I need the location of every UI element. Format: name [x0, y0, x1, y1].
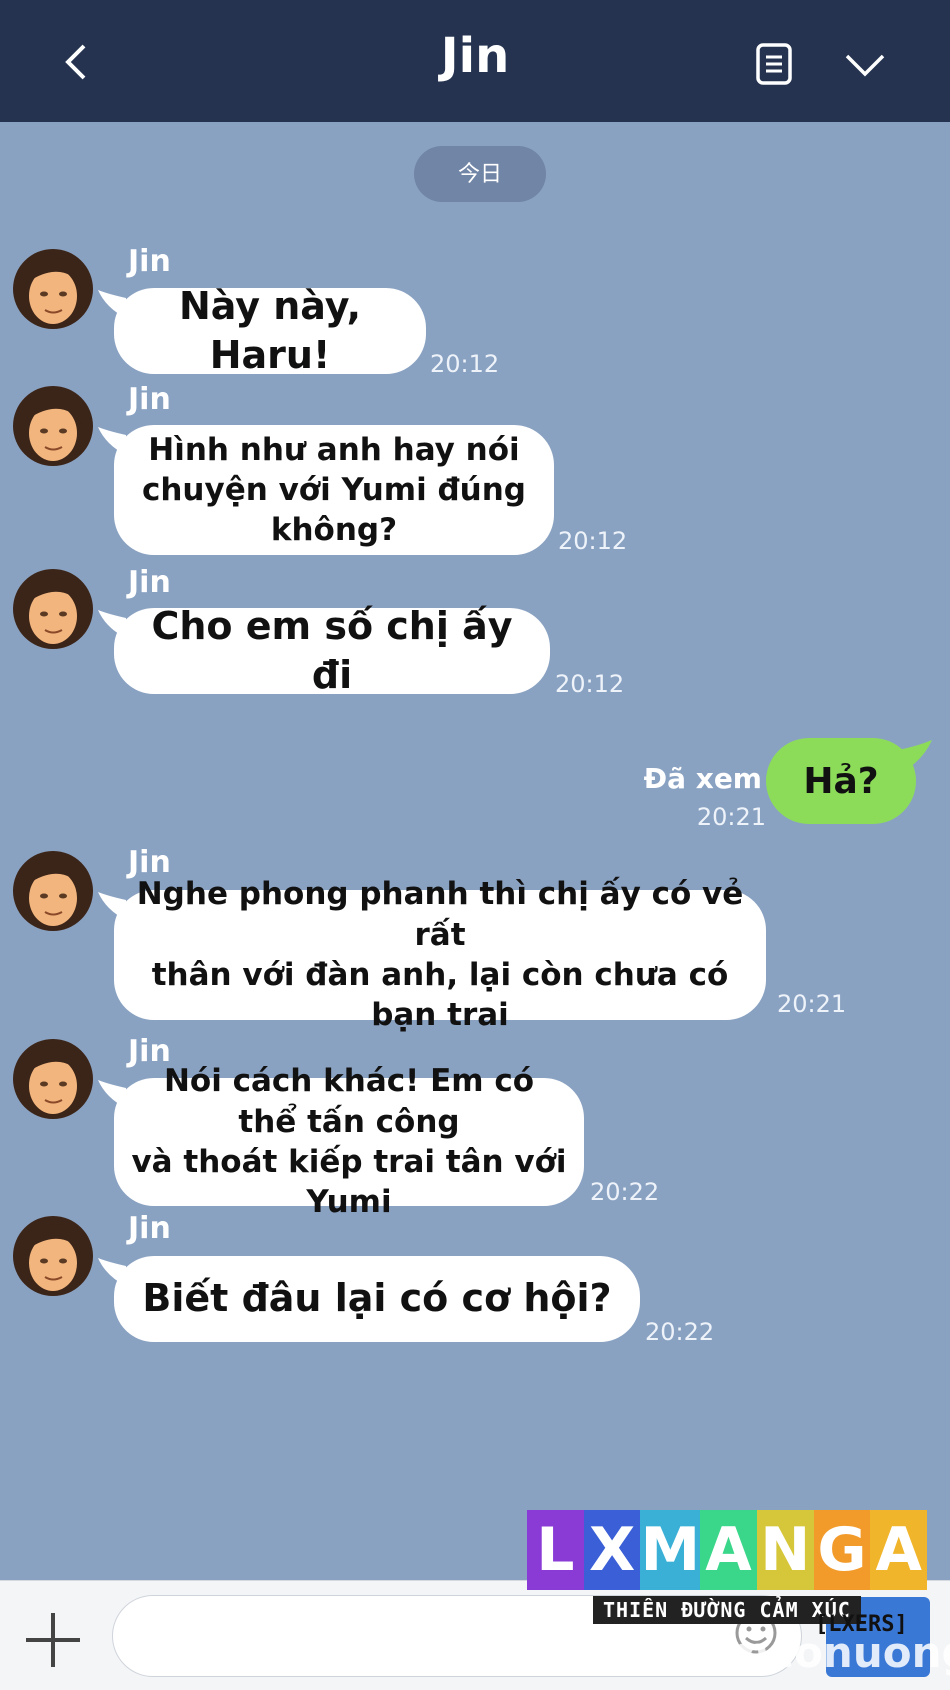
received-message-bubble: Hình như anh hay nói chuyện với Yumi đúng… — [114, 425, 554, 555]
message-time: 20:22 — [590, 1178, 660, 1206]
brand-letter: M — [640, 1510, 701, 1590]
received-message-bubble: Cho em số chị ấy đi — [114, 604, 550, 697]
sent-message-bubble: Hả? — [766, 738, 916, 824]
brand-letter: X — [583, 1510, 641, 1590]
avatar[interactable] — [12, 1038, 94, 1120]
message-text: Này này, Haru! — [178, 283, 362, 377]
brand-wordmark: LXMANGA — [527, 1510, 928, 1590]
top-bar: Jin — [0, 0, 950, 122]
chat-title: Jin — [440, 28, 510, 84]
received-message-bubble: Nói cách khác! Em có thể tấn công và thoá… — [114, 1063, 584, 1220]
message-text: và thoát kiếp trai tân với Yumi — [131, 1144, 567, 1221]
notes-icon[interactable] — [755, 42, 793, 86]
date-divider: 今日 — [414, 146, 546, 202]
avatar[interactable] — [12, 385, 94, 467]
bubble-tail — [898, 740, 932, 770]
message-time: 20:12 — [555, 670, 625, 698]
message-text: Biết đâu lại có cơ hội? — [142, 1276, 612, 1321]
message-time: 20:22 — [645, 1318, 715, 1346]
message-text: Nói cách khác! Em có thể tấn công — [163, 1063, 535, 1140]
message-time: 20:12 — [430, 350, 500, 378]
watermark-logo: LXMANGA THIÊN ĐƯỜNG CẢM XÚC [LXERS] damc… — [527, 1510, 950, 1688]
message-time: 20:21 — [696, 803, 766, 831]
message-time: 20:21 — [777, 990, 847, 1018]
received-message-bubble: Nghe phong phanh thì chị ấy có vẻ rất thâ… — [114, 876, 766, 1033]
read-receipt: Đã xem — [643, 762, 762, 795]
sender-name: Jin — [128, 1211, 171, 1246]
message-text: thân với đàn anh, lại còn chưa có bạn tr… — [151, 957, 729, 1034]
brand-letter: N — [756, 1510, 814, 1590]
site-watermark: damconuong — [667, 1628, 950, 1677]
received-message-bubble: Này này, Haru! — [114, 284, 426, 377]
plus-icon[interactable] — [24, 1611, 82, 1669]
avatar[interactable] — [12, 1215, 94, 1297]
message-text: Hình như anh hay nói — [148, 431, 520, 468]
avatar[interactable] — [12, 568, 94, 650]
received-message-bubble: Biết đâu lại có cơ hội? — [114, 1256, 640, 1342]
brand-letter: G — [813, 1510, 871, 1590]
chevron-down-icon[interactable] — [843, 48, 887, 82]
brand-letter: L — [527, 1510, 584, 1590]
message-text: Cho em số chị ấy đi — [151, 603, 513, 697]
message-time: 20:12 — [558, 527, 628, 555]
message-text: chuyện với Yumi đúng không? — [141, 471, 527, 549]
message-text: Nghe phong phanh thì chị ấy có vẻ rất — [136, 876, 744, 953]
message-text: Hả? — [803, 760, 879, 802]
avatar[interactable] — [12, 850, 94, 932]
brand-letter: A — [870, 1510, 928, 1590]
sender-name: Jin — [128, 565, 171, 600]
avatar[interactable] — [12, 248, 94, 330]
brand-letter: A — [700, 1510, 757, 1590]
sender-name: Jin — [128, 382, 171, 417]
sender-name: Jin — [128, 244, 171, 279]
